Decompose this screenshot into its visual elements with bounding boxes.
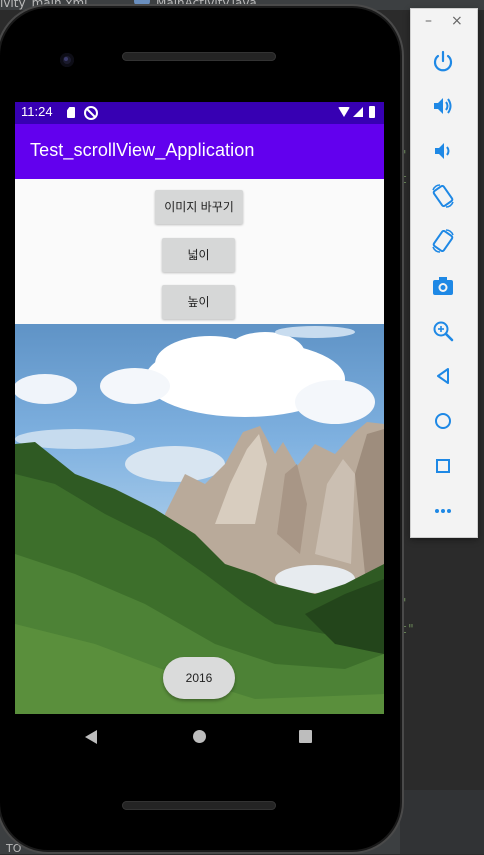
rotate-left-icon[interactable] xyxy=(429,182,457,210)
phone-frame: 11:24 Test_scrollView_Application 이미지 바꾸… xyxy=(0,8,400,850)
power-icon[interactable] xyxy=(429,47,457,75)
system-nav-bar xyxy=(15,714,384,762)
app-title: Test_scrollView_Application xyxy=(30,140,255,160)
front-camera xyxy=(60,53,74,67)
back-icon[interactable] xyxy=(429,362,457,390)
code-t-mark: t" xyxy=(400,622,415,636)
code-t-mark: t xyxy=(400,172,408,186)
emulator-toolbar: – × xyxy=(410,8,478,538)
earpiece-speaker xyxy=(122,52,276,61)
close-button[interactable]: × xyxy=(451,13,463,29)
wifi-icon xyxy=(338,107,350,117)
app-bar: Test_scrollView_Application xyxy=(15,124,384,179)
overview-icon[interactable] xyxy=(429,452,457,480)
ide-bottom-panel-right xyxy=(400,790,484,854)
rotate-right-icon[interactable] xyxy=(429,227,457,255)
volume-down-icon[interactable] xyxy=(429,137,457,165)
minimize-button[interactable]: – xyxy=(425,13,432,29)
camera-icon[interactable] xyxy=(429,272,457,300)
code-quote-mark: " xyxy=(400,148,408,162)
status-time: 11:24 xyxy=(21,104,53,119)
width-button[interactable]: 넓이 xyxy=(162,238,235,272)
year-button[interactable]: 2016 xyxy=(163,657,235,699)
change-image-button[interactable]: 이미지 바꾸기 xyxy=(155,190,243,224)
device-screen: 11:24 Test_scrollView_Application 이미지 바꾸… xyxy=(15,102,384,714)
mountain-image[interactable] xyxy=(15,324,384,714)
sd-card-icon xyxy=(67,107,75,118)
mountain-landscape-image xyxy=(15,326,384,714)
do-not-disturb-icon xyxy=(84,106,98,120)
zoom-icon[interactable] xyxy=(429,317,457,345)
signal-icon xyxy=(353,107,363,117)
nav-back-icon[interactable] xyxy=(85,730,97,744)
home-icon[interactable] xyxy=(429,407,457,435)
height-button[interactable]: 높이 xyxy=(162,285,235,319)
volume-up-icon[interactable] xyxy=(429,92,457,120)
java-file-icon xyxy=(134,0,150,8)
ide-bottom-label: TO xyxy=(6,842,22,855)
nav-recents-icon[interactable] xyxy=(299,730,312,743)
status-bar: 11:24 xyxy=(15,102,384,124)
bottom-speaker xyxy=(122,801,276,810)
nav-home-icon[interactable] xyxy=(193,730,206,743)
code-quote-mark: " xyxy=(400,596,408,610)
battery-icon xyxy=(369,106,375,118)
more-icon[interactable] xyxy=(429,497,457,525)
